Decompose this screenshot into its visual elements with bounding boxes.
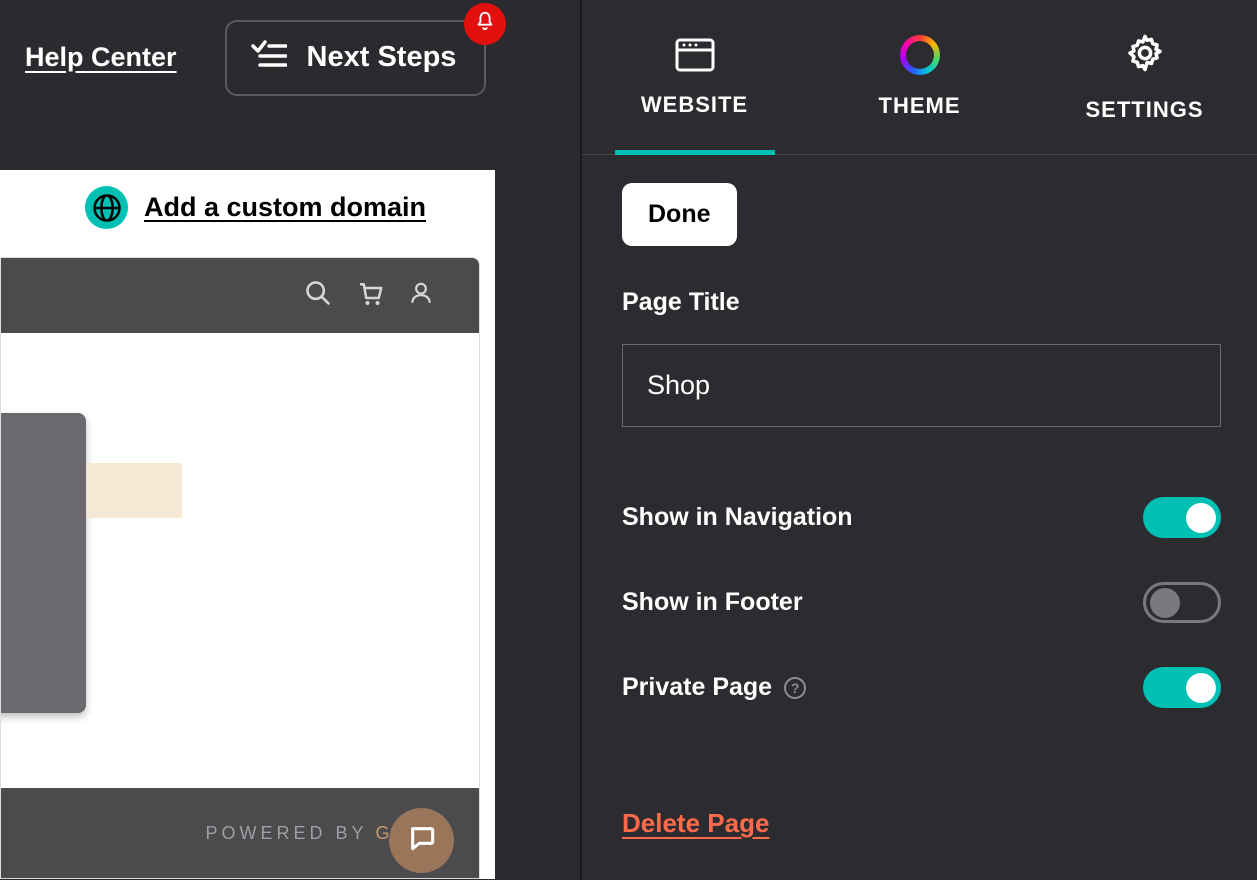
top-bar: Help Center Next Steps bbox=[0, 0, 580, 115]
gear-icon bbox=[1124, 32, 1166, 79]
delete-page-link[interactable]: Delete Page bbox=[622, 808, 769, 839]
chat-icon bbox=[406, 822, 438, 859]
show-in-footer-toggle[interactable] bbox=[1143, 582, 1221, 623]
next-steps-button[interactable]: Next Steps bbox=[225, 20, 487, 96]
settings-panel: WEBSITE THEME SETTINGS Done Page Title S… bbox=[582, 0, 1257, 880]
chat-button[interactable] bbox=[389, 808, 454, 873]
bell-icon bbox=[474, 10, 496, 37]
tab-theme[interactable]: THEME bbox=[807, 0, 1032, 154]
preview-content-placeholder bbox=[87, 463, 182, 518]
site-preview: POWERED BY GODA bbox=[0, 257, 480, 879]
site-preview-header bbox=[1, 258, 479, 333]
globe-icon bbox=[85, 186, 128, 229]
private-page-row: Private Page ? bbox=[622, 667, 1221, 708]
show-in-nav-row: Show in Navigation bbox=[622, 497, 1221, 538]
editor-left-panel: Help Center Next Steps bbox=[0, 0, 582, 880]
powered-by-label: POWERED BY bbox=[35, 823, 367, 844]
page-title-label: Page Title bbox=[622, 288, 1221, 317]
help-icon[interactable]: ? bbox=[784, 677, 806, 699]
done-button[interactable]: Done bbox=[622, 183, 737, 246]
page-settings-content: Done Page Title Show in Navigation Show … bbox=[582, 155, 1257, 839]
show-in-nav-label: Show in Navigation bbox=[622, 503, 853, 532]
user-icon[interactable] bbox=[408, 280, 434, 311]
site-preview-area: Add a custom domain bbox=[0, 170, 495, 879]
tab-settings-label: SETTINGS bbox=[1085, 97, 1203, 123]
tab-website-label: WEBSITE bbox=[641, 92, 748, 118]
notification-badge[interactable] bbox=[464, 3, 506, 45]
next-steps-label: Next Steps bbox=[307, 41, 457, 74]
private-page-label: Private Page ? bbox=[622, 673, 806, 702]
preview-content-block bbox=[1, 413, 86, 713]
show-in-nav-toggle[interactable] bbox=[1143, 497, 1221, 538]
site-preview-body bbox=[1, 333, 479, 788]
next-steps-wrap: Next Steps bbox=[225, 20, 487, 96]
color-ring-icon bbox=[900, 35, 940, 75]
checklist-icon bbox=[251, 40, 287, 76]
site-preview-footer: POWERED BY GODA bbox=[1, 788, 479, 878]
cart-icon[interactable] bbox=[355, 278, 385, 313]
private-page-toggle[interactable] bbox=[1143, 667, 1221, 708]
show-in-footer-label: Show in Footer bbox=[622, 588, 803, 617]
help-center-link[interactable]: Help Center bbox=[25, 42, 177, 73]
tab-theme-label: THEME bbox=[879, 93, 961, 119]
panel-tabs: WEBSITE THEME SETTINGS bbox=[582, 0, 1257, 155]
window-icon bbox=[674, 36, 716, 74]
show-in-footer-row: Show in Footer bbox=[622, 582, 1221, 623]
page-title-input[interactable] bbox=[622, 344, 1221, 427]
tab-website[interactable]: WEBSITE bbox=[582, 0, 807, 154]
tab-settings[interactable]: SETTINGS bbox=[1032, 0, 1257, 154]
search-icon[interactable] bbox=[304, 279, 332, 312]
domain-bar: Add a custom domain bbox=[0, 170, 495, 245]
add-custom-domain-link[interactable]: Add a custom domain bbox=[144, 192, 426, 223]
